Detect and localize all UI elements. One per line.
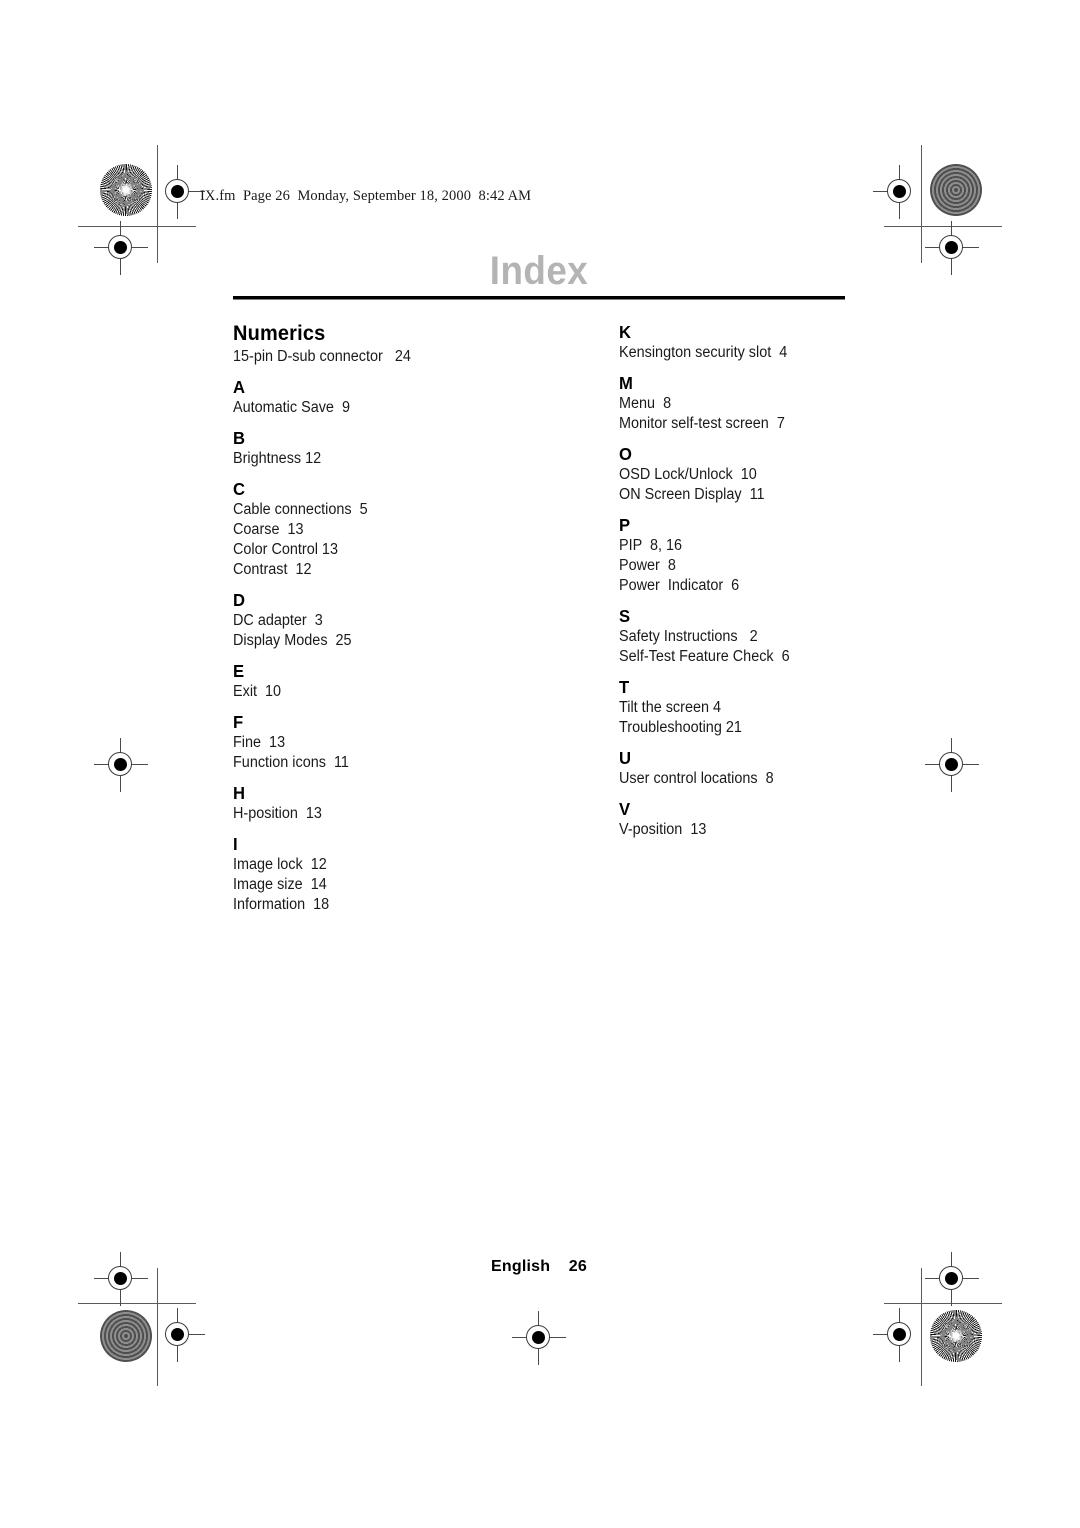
- index-entry[interactable]: V-position 13: [619, 820, 829, 840]
- registration-starburst-bottom-right: [930, 1310, 982, 1362]
- index-entry[interactable]: Exit 10: [233, 682, 518, 702]
- title-rule-divider: [233, 296, 845, 300]
- index-group-letter: M: [619, 373, 634, 393]
- index-group-letter: E: [233, 661, 245, 681]
- index-entry[interactable]: Image size 14: [233, 875, 518, 895]
- registration-crosshair-bottom-right-inner: [873, 1308, 927, 1362]
- index-entry[interactable]: OSD Lock/Unlock 10: [619, 465, 829, 485]
- index-column-right: K Kensington security slot 4 M Menu 8 Monito…: [539, 321, 845, 915]
- index-group-letter: F: [233, 712, 244, 732]
- index-group: S Safety Instructions 2 Self-Test Feature …: [619, 605, 845, 667]
- index-entry[interactable]: Kensington security slot 4: [619, 343, 829, 363]
- index-group: U User control locations 8: [619, 747, 845, 789]
- index-group-letter: U: [619, 748, 632, 768]
- index-group: F Fine 13 Function icons 11: [233, 711, 539, 773]
- index-group-letter: O: [619, 444, 633, 464]
- index-group: E Exit 10: [233, 660, 539, 702]
- registration-concentric-top-right: [930, 164, 982, 216]
- registration-crosshair-top-right-outer: [925, 221, 979, 275]
- framemaker-print-stamp: IX.fm Page 26 Monday, September 18, 2000…: [200, 188, 532, 204]
- registration-crosshair-bottom-right-outer: [925, 1252, 979, 1306]
- index-entry[interactable]: Monitor self-test screen 7: [619, 414, 829, 434]
- page-title: Index: [489, 249, 589, 293]
- page-footer: English 26: [491, 1258, 587, 1275]
- index-group-letter: P: [619, 515, 631, 535]
- index-group-letter: C: [233, 479, 246, 499]
- index-group: I Image lock 12 Image size 14 Information 1…: [233, 833, 539, 915]
- index-group-letter: V: [619, 799, 631, 819]
- index-group-letter: D: [233, 590, 246, 610]
- index-entry[interactable]: Menu 8: [619, 394, 829, 414]
- index-entry[interactable]: Brightness 12: [233, 449, 518, 469]
- index-entry[interactable]: 15-pin D-sub connector 24: [233, 347, 518, 367]
- index-entry[interactable]: PIP 8, 16: [619, 536, 829, 556]
- index-group-letter: S: [619, 606, 631, 626]
- index-group: B Brightness 12: [233, 427, 539, 469]
- manual-index-page: IX.fm Page 26 Monday, September 18, 2000…: [0, 0, 1080, 1528]
- index-group: M Menu 8 Monitor self-test screen 7: [619, 372, 845, 434]
- registration-crosshair-bottom-center: [512, 1311, 566, 1365]
- index-entry[interactable]: Safety Instructions 2: [619, 627, 829, 647]
- index-group: D DC adapter 3 Display Modes 25: [233, 589, 539, 651]
- index-group: Numerics 15-pin D-sub connector 24: [233, 321, 539, 367]
- index-group: T Tilt the screen 4 Troubleshooting 21: [619, 676, 845, 738]
- index-group: K Kensington security slot 4: [619, 321, 845, 363]
- index-entry[interactable]: User control locations 8: [619, 769, 829, 789]
- index-entry[interactable]: Automatic Save 9: [233, 398, 518, 418]
- index-group-letter: H: [233, 783, 246, 803]
- index-group-letter: I: [233, 834, 238, 854]
- index-entry[interactable]: Cable connections 5: [233, 500, 518, 520]
- index-group: H H-position 13: [233, 782, 539, 824]
- index-group-letter: Numerics: [233, 322, 326, 345]
- registration-crosshair-mid-right: [925, 738, 979, 792]
- index-entry[interactable]: Information 18: [233, 895, 518, 915]
- index-entry[interactable]: Self-Test Feature Check 6: [619, 647, 829, 667]
- index-content: Index Numerics 15-pin D-sub connector 24 A…: [233, 248, 845, 915]
- index-group-letter: K: [619, 322, 632, 342]
- registration-crosshair-top-right-inner: [873, 165, 927, 219]
- index-group: V V-position 13: [619, 798, 845, 840]
- index-group-letter: A: [233, 377, 246, 397]
- index-entry[interactable]: H-position 13: [233, 804, 518, 824]
- index-group: P PIP 8, 16 Power 8 Power Indicator 6: [619, 514, 845, 596]
- index-entry[interactable]: Power 8: [619, 556, 829, 576]
- registration-crosshair-top-left-inner: [151, 165, 205, 219]
- index-columns: Numerics 15-pin D-sub connector 24 A Automa…: [233, 321, 845, 915]
- index-entry[interactable]: Fine 13: [233, 733, 518, 753]
- registration-starburst-top-left: [100, 164, 152, 216]
- registration-crosshair-bottom-left-outer: [94, 1252, 148, 1306]
- index-entry[interactable]: Contrast 12: [233, 560, 518, 580]
- index-entry[interactable]: Troubleshooting 21: [619, 718, 829, 738]
- registration-concentric-bottom-left: [100, 1310, 152, 1362]
- index-entry[interactable]: Color Control 13: [233, 540, 518, 560]
- index-group: O OSD Lock/Unlock 10 ON Screen Display 11: [619, 443, 845, 505]
- index-entry[interactable]: Image lock 12: [233, 855, 518, 875]
- index-entry[interactable]: Display Modes 25: [233, 631, 518, 651]
- index-group: A Automatic Save 9: [233, 376, 539, 418]
- index-entry[interactable]: Power Indicator 6: [619, 576, 829, 596]
- registration-crosshair-top-left-outer: [94, 221, 148, 275]
- index-entry[interactable]: Function icons 11: [233, 753, 518, 773]
- index-entry[interactable]: ON Screen Display 11: [619, 485, 829, 505]
- index-group: C Cable connections 5 Coarse 13 Color Contr…: [233, 478, 539, 580]
- index-group-letter: B: [233, 428, 246, 448]
- index-entry[interactable]: Tilt the screen 4: [619, 698, 829, 718]
- index-column-left: Numerics 15-pin D-sub connector 24 A Automa…: [233, 321, 539, 915]
- index-entry[interactable]: Coarse 13: [233, 520, 518, 540]
- index-group-letter: T: [619, 677, 630, 697]
- registration-crosshair-mid-left: [94, 738, 148, 792]
- index-entry[interactable]: DC adapter 3: [233, 611, 518, 631]
- registration-crosshair-bottom-left-inner: [151, 1308, 205, 1362]
